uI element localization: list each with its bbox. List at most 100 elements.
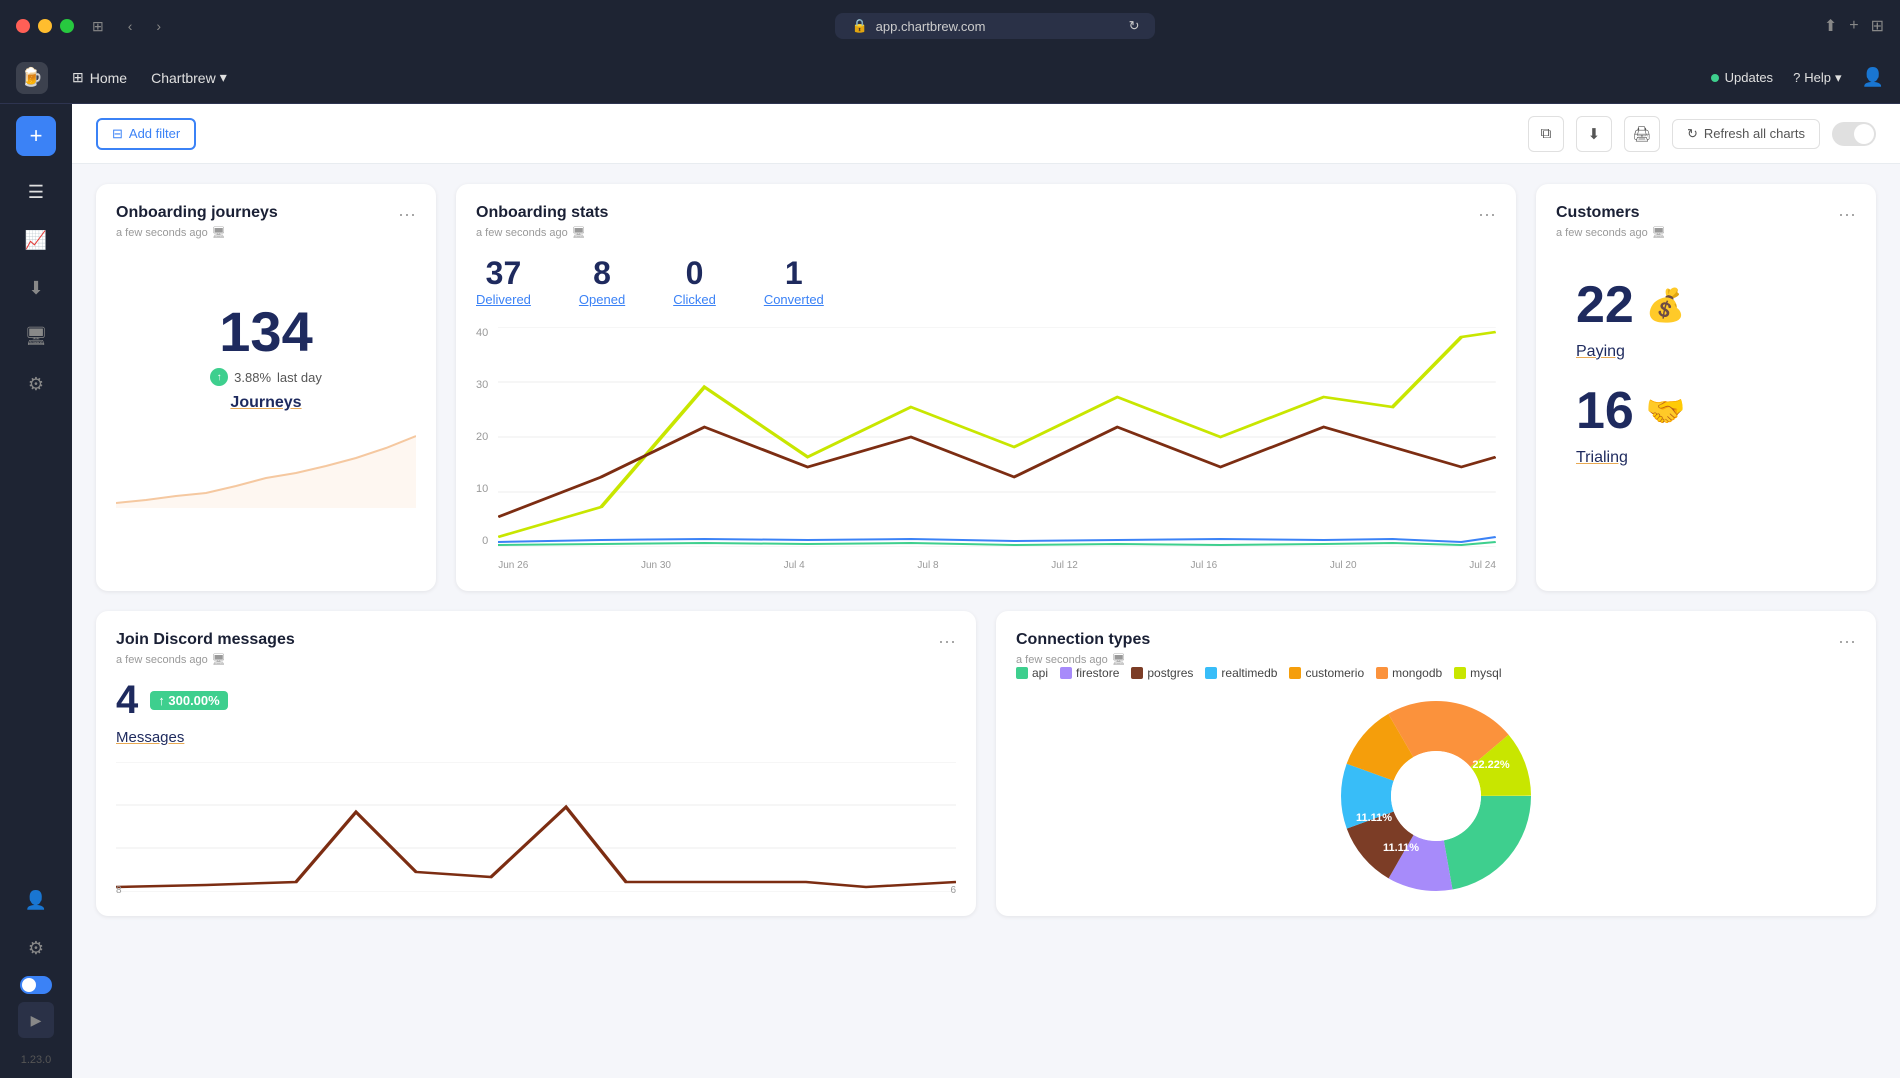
opened-label[interactable]: Opened xyxy=(579,292,625,307)
card-title: Join Discord messages xyxy=(116,631,295,649)
messages-link[interactable]: Messages xyxy=(116,729,956,746)
converted-label[interactable]: Converted xyxy=(764,292,824,307)
share-icon[interactable]: ⬆ xyxy=(1824,16,1837,36)
sidebar-item-filter[interactable]: ⬇ xyxy=(16,268,56,308)
trialing-label[interactable]: Trialing xyxy=(1576,449,1856,467)
print-icon: 🖨 xyxy=(1632,125,1651,143)
card-header: Onboarding stats a few seconds ago 🖥 ··· xyxy=(476,204,1496,239)
journeys-number: 134 xyxy=(116,299,416,364)
card-timestamp: a few seconds ago 🖥 xyxy=(1016,653,1150,666)
forward-btn[interactable]: › xyxy=(150,16,167,36)
card-menu-button[interactable]: ··· xyxy=(398,204,416,225)
trialing-emoji: 🤝 xyxy=(1646,392,1686,430)
back-btn[interactable]: ‹ xyxy=(122,16,139,36)
brand-label: Chartbrew xyxy=(151,70,216,86)
legend-label: firestore xyxy=(1076,666,1119,680)
x-label-3: Jul 4 xyxy=(784,560,805,571)
legend-color xyxy=(1376,667,1388,679)
nav-brand[interactable]: Chartbrew ▾ xyxy=(151,69,227,86)
sidebar-toggle-btn[interactable]: ⊞ xyxy=(86,16,110,37)
sidebar-dark-toggle[interactable] xyxy=(20,976,52,994)
legend-label: postgres xyxy=(1147,666,1193,680)
top-cards: Onboarding journeys a few seconds ago 🖥 … xyxy=(72,164,1900,611)
card-timestamp: a few seconds ago 🖥 xyxy=(116,226,278,239)
download-button[interactable]: ⬇ xyxy=(1576,116,1612,152)
card-header: Customers a few seconds ago 🖥 ··· xyxy=(1556,204,1856,239)
app-logo[interactable]: 🍺 xyxy=(16,62,48,94)
monitor-icon: 🖥 xyxy=(212,226,226,239)
timestamp-text: a few seconds ago xyxy=(476,227,568,239)
stat-clicked: 0 Clicked xyxy=(673,255,716,307)
onboarding-journeys-card: Onboarding journeys a few seconds ago 🖥 … xyxy=(96,184,436,591)
growth-pct: 3.88% xyxy=(234,370,271,385)
legend-firestore: firestore xyxy=(1060,666,1119,680)
new-tab-icon[interactable]: + xyxy=(1849,17,1858,35)
legend: api firestore postgres realtimedb xyxy=(1016,666,1856,680)
address-bar[interactable]: 🔒 app.chartbrew.com ↻ xyxy=(835,13,1155,39)
monitor-icon: 🖥 xyxy=(572,226,586,239)
add-filter-button[interactable]: ⊟ Add filter xyxy=(96,118,196,150)
traffic-lights xyxy=(16,19,74,33)
paying-label-container: Paying xyxy=(1556,343,1856,361)
filter-label: Add filter xyxy=(129,126,180,141)
nav-help[interactable]: ? Help ▾ xyxy=(1793,70,1842,86)
card-header: Onboarding journeys a few seconds ago 🖥 … xyxy=(116,204,416,239)
clicked-label[interactable]: Clicked xyxy=(673,292,716,307)
discord-number: 4 xyxy=(116,678,138,723)
sidebar-item-admin[interactable]: ⚙ xyxy=(16,928,56,968)
sidebar-add-button[interactable]: + xyxy=(16,116,56,156)
sidebar-item-settings[interactable]: ⚙ xyxy=(16,364,56,404)
nav-updates[interactable]: Updates xyxy=(1711,70,1773,85)
stats-numbers: 37 Delivered 8 Opened 0 Clicked 1 Conver… xyxy=(476,255,1496,307)
x-label-2: Jun 30 xyxy=(641,560,671,571)
copy-icon: ⧉ xyxy=(1541,125,1552,142)
y-axis-40: 40 xyxy=(476,327,488,339)
nav-home[interactable]: ⊞ Home xyxy=(72,69,127,86)
label-customerio: 11.11% xyxy=(1383,842,1419,854)
trialing-row: 16 🤝 xyxy=(1556,381,1856,441)
paying-emoji: 💰 xyxy=(1646,286,1686,324)
refresh-all-button[interactable]: ↻ Refresh all charts xyxy=(1672,119,1820,149)
card-header: Join Discord messages a few seconds ago … xyxy=(116,631,956,666)
card-title: Connection types xyxy=(1016,631,1150,649)
sidebar-item-chart[interactable]: 📈 xyxy=(16,220,56,260)
print-button[interactable]: 🖨 xyxy=(1624,116,1660,152)
monitor-icon: 🖥 xyxy=(212,653,226,666)
card-menu-button[interactable]: ··· xyxy=(1478,204,1496,225)
minimize-button[interactable] xyxy=(38,19,52,33)
tabs-icon[interactable]: ⊞ xyxy=(1871,16,1884,36)
y-axis-20: 20 xyxy=(476,431,488,443)
close-button[interactable] xyxy=(16,19,30,33)
auto-refresh-toggle[interactable] xyxy=(1832,122,1876,146)
status-dot xyxy=(1711,74,1719,82)
navbar: 🍺 ⊞ Home Chartbrew ▾ Updates ? Help ▾ 👤 xyxy=(0,52,1900,104)
timestamp-text: a few seconds ago xyxy=(116,227,208,239)
copy-button[interactable]: ⧉ xyxy=(1528,116,1564,152)
trialing-number: 16 xyxy=(1576,381,1634,441)
donut-hole xyxy=(1391,751,1481,841)
card-menu-button[interactable]: ··· xyxy=(938,631,956,652)
y-axis-30: 30 xyxy=(476,379,488,391)
sidebar-item-monitor[interactable]: 🖥 xyxy=(16,316,56,356)
card-title: Customers xyxy=(1556,204,1666,222)
sidebar-item-user[interactable]: 👤 xyxy=(16,880,56,920)
card-menu-button[interactable]: ··· xyxy=(1838,204,1856,225)
discord-card: Join Discord messages a few seconds ago … xyxy=(96,611,976,916)
connection-types-card: Connection types a few seconds ago 🖥 ···… xyxy=(996,611,1876,916)
maximize-button[interactable] xyxy=(60,19,74,33)
toggle-knob xyxy=(1854,124,1874,144)
nav-user[interactable]: 👤 xyxy=(1862,67,1884,88)
help-label: Help xyxy=(1804,70,1831,85)
reload-icon[interactable]: ↻ xyxy=(1129,18,1140,34)
paying-label[interactable]: Paying xyxy=(1576,343,1856,361)
sidebar-item-hamburger[interactable]: ☰ xyxy=(16,172,56,212)
sidebar-play-button[interactable]: ▶ xyxy=(18,1002,54,1038)
delivered-label[interactable]: Delivered xyxy=(476,292,531,307)
legend-label: mysql xyxy=(1470,666,1501,680)
legend-color xyxy=(1016,667,1028,679)
line-chart-svg xyxy=(498,327,1496,547)
filter-icon: ⊟ xyxy=(112,126,123,142)
journeys-link[interactable]: Journeys xyxy=(116,394,416,412)
navbar-right: Updates ? Help ▾ 👤 xyxy=(1711,67,1884,88)
card-menu-button[interactable]: ··· xyxy=(1838,631,1856,652)
